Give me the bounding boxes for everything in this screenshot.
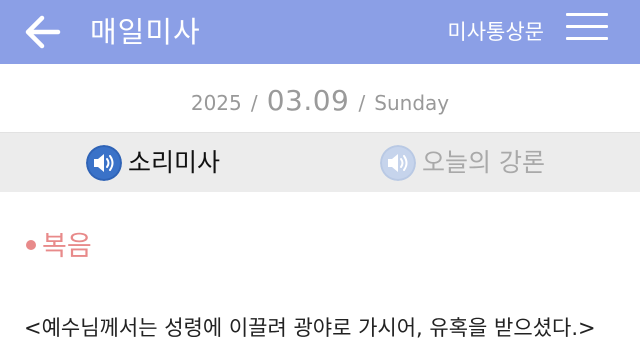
speaker-icon — [380, 145, 416, 181]
date-month-day: 03.09 — [266, 84, 350, 117]
page-title: 매일미사 — [90, 15, 201, 49]
date-bar: 2025 / 03.09 / Sunday — [0, 64, 640, 132]
date-display: 2025 / 03.09 / Sunday — [0, 84, 640, 117]
app-header: 매일미사 미사통상문 — [0, 0, 640, 64]
reading-content: 복음 <예수님께서는 성령에 이끌려 광야로 가시어, 유혹을 받으셨다.> — [0, 192, 640, 360]
tab-label: 소리미사 — [128, 148, 221, 177]
arrow-left-icon — [25, 15, 61, 49]
date-separator: / — [250, 91, 258, 115]
tab-bar: 소리미사 오늘의 강론 — [0, 132, 640, 193]
tab-label: 오늘의 강론 — [422, 148, 545, 177]
date-year: 2025 — [190, 91, 242, 115]
date-separator: / — [358, 91, 366, 115]
tab-audio-mass[interactable]: 소리미사 — [86, 133, 286, 193]
section-title-text: 복음 — [42, 231, 92, 262]
reading-text: <예수님께서는 성령에 이끌려 광야로 가시어, 유혹을 받으셨다.> — [24, 316, 596, 340]
date-weekday: Sunday — [374, 91, 450, 115]
back-button[interactable] — [22, 10, 66, 54]
speaker-icon — [86, 145, 122, 181]
mass-order-link[interactable]: 미사통상문 — [447, 14, 544, 50]
menu-button[interactable] — [566, 11, 610, 43]
tab-today-homily[interactable]: 오늘의 강론 — [380, 133, 600, 193]
bullet-dot-icon — [26, 239, 36, 250]
section-heading: 복음 — [26, 230, 92, 264]
